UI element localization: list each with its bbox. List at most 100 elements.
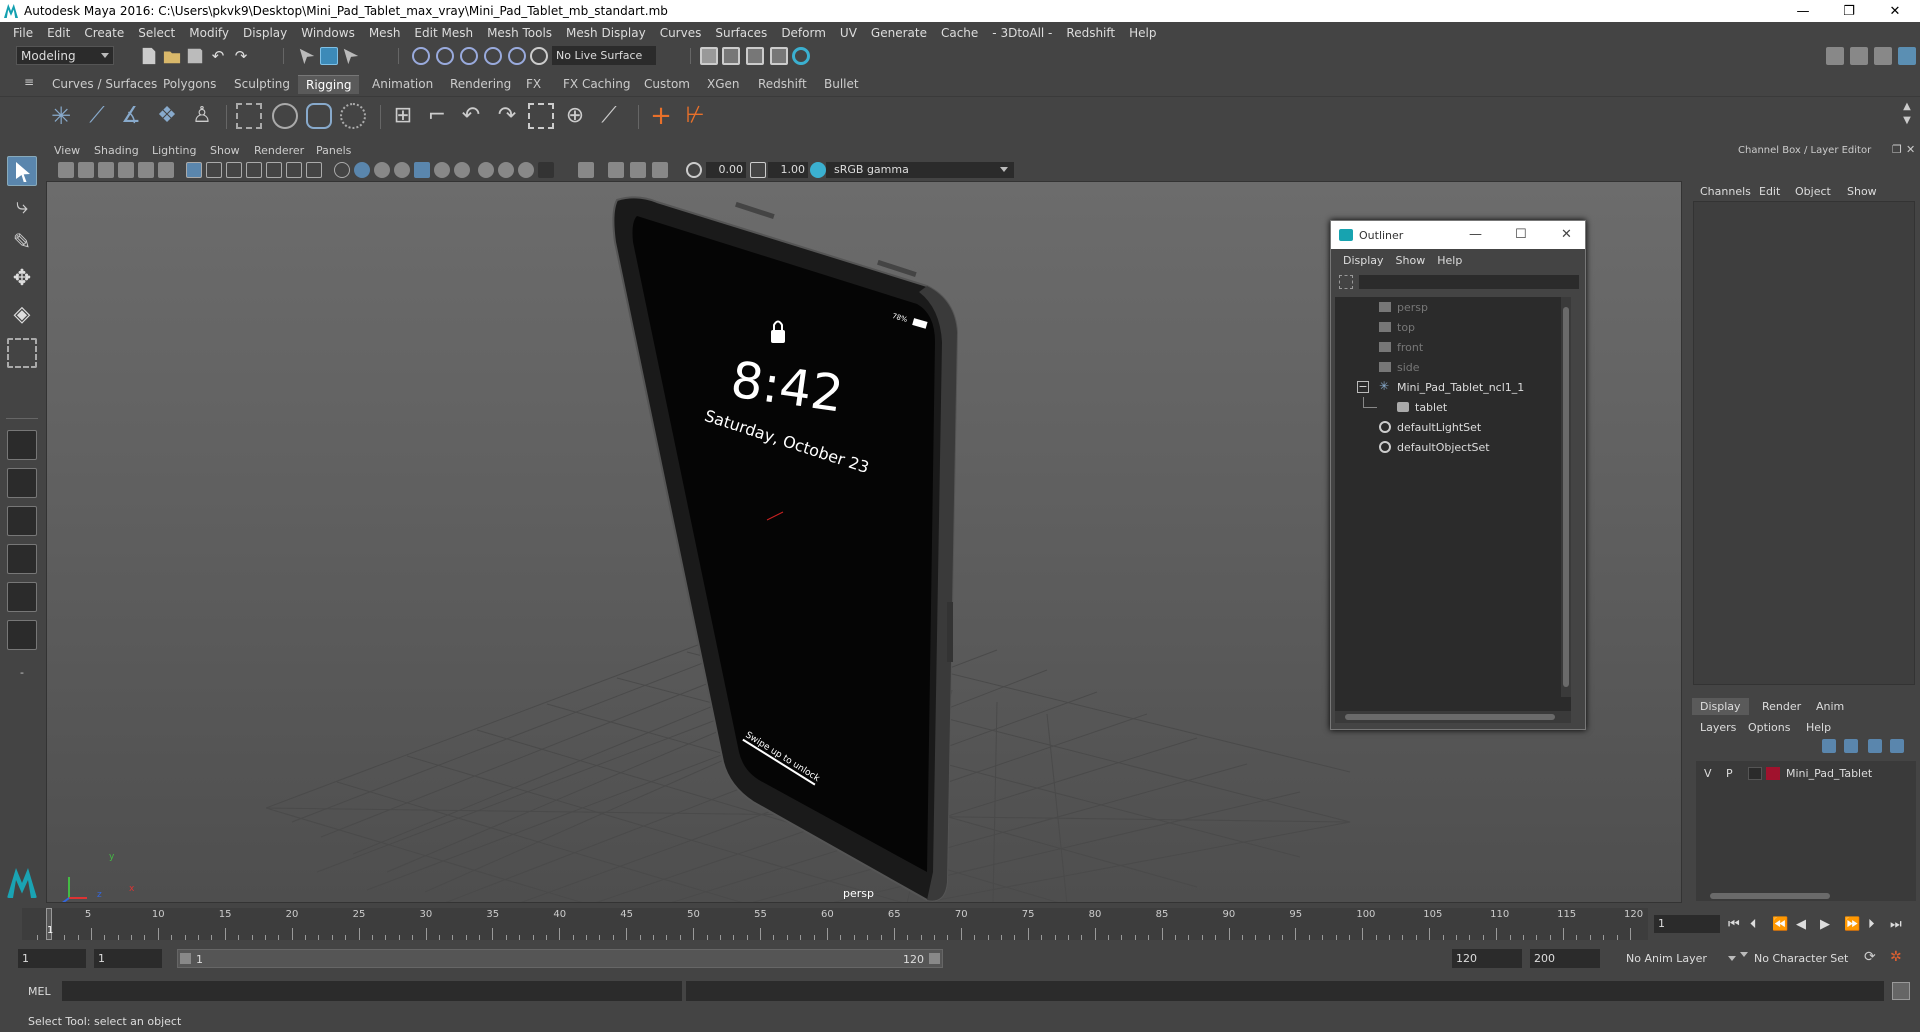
tab-curves-surfaces[interactable]: Curves / Surfaces	[44, 75, 165, 94]
scroll-thumb[interactable]	[1563, 307, 1569, 687]
hypershade-layout-icon[interactable]	[7, 582, 37, 612]
point-constraint-icon[interactable]: ↶	[458, 103, 484, 129]
layer-menu-layers[interactable]: Layers	[1700, 721, 1736, 734]
menu-surfaces[interactable]: Surfaces	[708, 26, 774, 40]
close-button[interactable]: ✕	[1872, 0, 1918, 22]
tab-bullet[interactable]: Bullet	[816, 75, 867, 94]
shelf-scroll-down-icon[interactable]: ▼	[1898, 115, 1916, 133]
hypershade-icon[interactable]	[792, 47, 810, 65]
menu-curves[interactable]: Curves	[653, 26, 709, 40]
rotate-tool-icon[interactable]: ◈	[7, 300, 37, 330]
joint-tool-icon[interactable]: ✳	[48, 103, 74, 129]
motion-blur-icon[interactable]	[478, 162, 494, 178]
backface-culling-icon[interactable]	[652, 162, 668, 178]
layer-color-swatch[interactable]	[1766, 767, 1780, 780]
undo-icon[interactable]: ↶	[209, 47, 227, 65]
modeling-toolkit-icon[interactable]	[1826, 47, 1844, 65]
outliner-menu-show[interactable]: Show	[1390, 254, 1432, 267]
gamma-field[interactable]: 1.00	[768, 162, 808, 178]
new-empty-layer-icon[interactable]	[1868, 739, 1882, 753]
ipr-render-icon[interactable]	[770, 47, 788, 65]
snap-projected-center-icon[interactable]	[484, 47, 502, 65]
menu-edit[interactable]: Edit	[40, 26, 77, 40]
custom-layout-icon[interactable]	[7, 620, 37, 650]
go-to-end-icon[interactable]: ⏭	[1890, 917, 1902, 932]
menu-help[interactable]: Help	[1122, 26, 1163, 40]
cluster-icon[interactable]: ⊞	[390, 103, 416, 129]
menu-generate[interactable]: Generate	[864, 26, 934, 40]
render-current-frame-icon[interactable]	[746, 47, 764, 65]
exposure-field[interactable]: 0.00	[706, 162, 746, 178]
outliner-horizontal-scrollbar[interactable]	[1335, 711, 1571, 723]
character-set-dropdown[interactable]: No Character Set	[1750, 949, 1870, 968]
current-frame-field[interactable]: 1	[1654, 915, 1720, 933]
camera-attributes-icon[interactable]	[78, 162, 94, 178]
use-all-lights-icon[interactable]	[414, 162, 430, 178]
layer-menu-help[interactable]: Help	[1806, 721, 1831, 734]
auto-key-icon[interactable]: ⟳	[1864, 949, 1876, 965]
float-panel-icon[interactable]: ❐	[1892, 143, 1902, 156]
scroll-thumb[interactable]	[1345, 714, 1555, 720]
expand-collapse-icon[interactable]: −	[1357, 381, 1369, 393]
anti-aliasing-icon[interactable]	[498, 162, 514, 178]
persp-graph-layout-icon[interactable]	[7, 544, 37, 574]
range-slider[interactable]: 1 120	[177, 949, 943, 968]
animation-preferences-icon[interactable]: ✲	[1890, 949, 1902, 965]
outliner-menu-help[interactable]: Help	[1431, 254, 1468, 267]
layer-visibility-toggle[interactable]: V	[1704, 767, 1712, 780]
play-forwards-icon[interactable]: ▶	[1820, 917, 1830, 932]
tab-rendering[interactable]: Rendering	[442, 75, 519, 94]
range-end-handle[interactable]	[929, 953, 940, 964]
view-transform-dropdown[interactable]: sRGB gamma	[826, 162, 1014, 178]
layer-display-type[interactable]	[1748, 767, 1762, 780]
select-object-icon[interactable]	[320, 47, 338, 65]
gamma-icon[interactable]	[750, 162, 766, 178]
menu-redshift[interactable]: Redshift	[1059, 26, 1122, 40]
color-management-icon[interactable]	[810, 162, 826, 178]
animation-end-field[interactable]: 200	[1530, 949, 1600, 968]
step-forward-frame-icon[interactable]: ⏵	[1868, 917, 1875, 932]
play-backwards-icon[interactable]: ◀	[1796, 917, 1806, 932]
time-slider-track[interactable]: 1 5 10 15 20 25 30 35 40 45 50 55 60 65 70 75 80 85 90 95 1…	[22, 908, 1648, 940]
menu-mesh[interactable]: Mesh	[362, 26, 408, 40]
wireframe-on-shaded-icon[interactable]	[374, 162, 390, 178]
attribute-editor-icon[interactable]	[1850, 47, 1868, 65]
ik-spline-icon[interactable]: ❖	[154, 103, 180, 129]
tool-settings-icon[interactable]	[1874, 47, 1892, 65]
parent-constraint-icon[interactable]: ⌐	[424, 103, 450, 129]
viewport-menu-shading[interactable]: Shading	[94, 144, 139, 157]
menu-windows[interactable]: Windows	[294, 26, 362, 40]
tab-custom[interactable]: Custom	[636, 75, 698, 94]
pole-vector-constraint-icon[interactable]: ⟋	[596, 103, 622, 129]
tab-xgen[interactable]: XGen	[699, 75, 748, 94]
image-plane-icon[interactable]	[118, 162, 134, 178]
smooth-shade-icon[interactable]	[354, 162, 370, 178]
safe-action-icon[interactable]	[286, 162, 302, 178]
maximize-button[interactable]: ❐	[1826, 0, 1872, 22]
channel-box-icon[interactable]	[1898, 47, 1916, 65]
redo-icon[interactable]: ↷	[232, 47, 250, 65]
playback-end-field[interactable]: 120	[1452, 949, 1522, 968]
exposure-icon[interactable]	[686, 162, 702, 178]
scale-constraint-icon[interactable]	[528, 103, 554, 129]
lattice-icon[interactable]	[306, 103, 332, 129]
mode-selector[interactable]: Modeling	[16, 46, 114, 65]
tab-sculpting[interactable]: Sculpting	[226, 75, 298, 94]
textured-icon[interactable]	[394, 162, 410, 178]
paint-weights-icon[interactable]	[340, 103, 366, 129]
playback-start-field[interactable]: 1	[94, 949, 162, 968]
resolution-gate-icon[interactable]	[226, 162, 242, 178]
menu-display[interactable]: Display	[236, 26, 294, 40]
viewport-menu-show[interactable]: Show	[210, 144, 240, 157]
snap-curve-icon[interactable]	[436, 47, 454, 65]
collapse-toolbox-icon[interactable]: -	[7, 658, 37, 688]
outliner-filter-icon[interactable]	[1339, 275, 1353, 289]
persp-outliner-layout-icon[interactable]	[7, 506, 37, 536]
animation-start-field[interactable]: 1	[18, 949, 86, 968]
move-layer-down-icon[interactable]	[1844, 739, 1858, 753]
outliner-search-input[interactable]	[1359, 275, 1579, 289]
menu-select[interactable]: Select	[131, 26, 182, 40]
render-view-icon[interactable]	[722, 47, 740, 65]
viewport-menu-renderer[interactable]: Renderer	[254, 144, 304, 157]
tab-rigging[interactable]: Rigging	[298, 75, 360, 94]
